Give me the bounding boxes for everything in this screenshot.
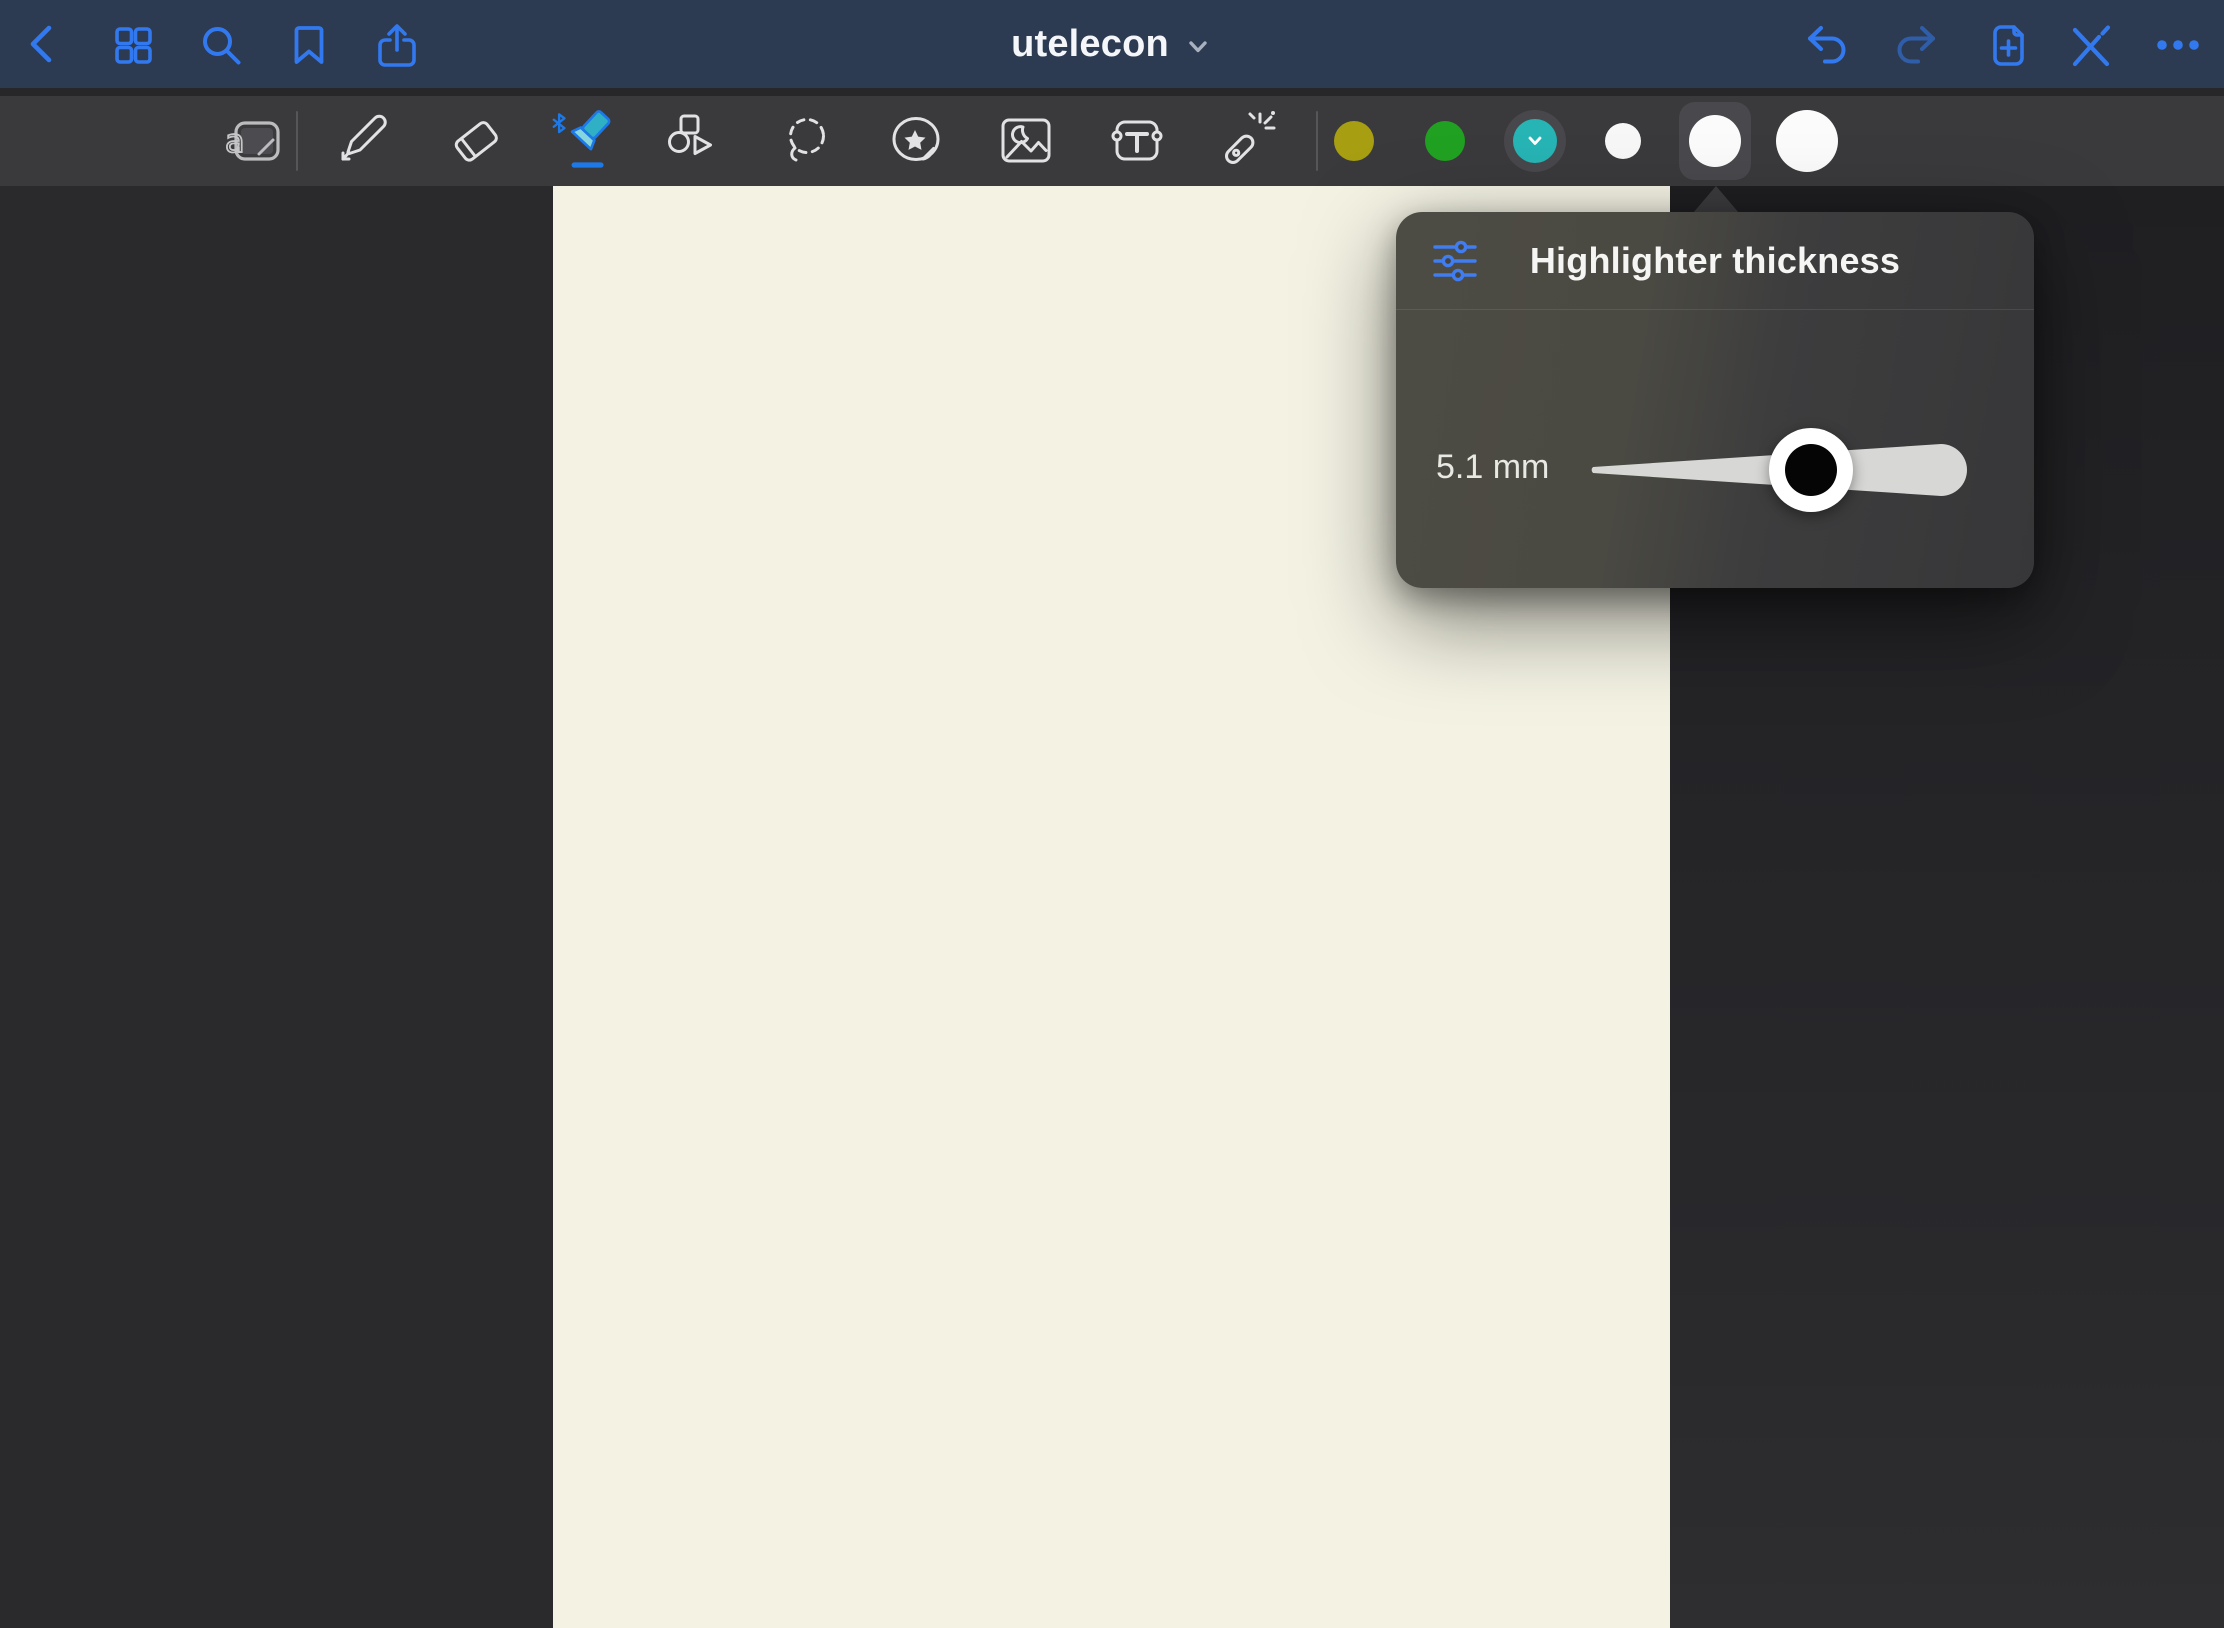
toolbar-seam	[0, 88, 2224, 96]
zoom-window-icon: a	[223, 109, 287, 173]
ellipsis-icon	[2154, 21, 2202, 69]
add-page-button[interactable]	[1981, 21, 2029, 69]
shapes-icon	[664, 109, 728, 173]
tool-bar: a	[0, 96, 2224, 186]
highlighter-tool[interactable]	[546, 109, 622, 173]
navigation-bar: utelecon	[0, 0, 2224, 88]
chevron-left-icon	[20, 21, 68, 69]
popover-header: Highlighter thickness	[1396, 212, 2034, 310]
eraser-icon	[446, 109, 510, 173]
elements-tool[interactable]	[885, 109, 949, 173]
color-swatch-teal-inner	[1513, 119, 1557, 163]
redo-button[interactable]	[1891, 21, 1939, 69]
pen-icon	[335, 109, 399, 173]
thickness-slider-thumb-dot	[1785, 444, 1837, 496]
search-icon	[197, 21, 245, 69]
sticker-star-icon	[885, 109, 949, 173]
thickness-preset-medium-selected[interactable]	[1679, 102, 1751, 180]
redo-icon	[1891, 21, 1939, 69]
color-swatch-teal-selected[interactable]	[1504, 110, 1566, 172]
more-button[interactable]	[2154, 21, 2202, 69]
add-page-icon	[1981, 21, 2029, 69]
document-title[interactable]: utelecon	[1011, 23, 1169, 66]
search-button[interactable]	[197, 21, 245, 69]
laser-pointer-icon	[1216, 109, 1280, 173]
toolbar-divider	[296, 111, 298, 171]
undo-icon	[1804, 21, 1852, 69]
color-swatch-green[interactable]	[1425, 121, 1465, 161]
bookmark-icon	[285, 21, 333, 69]
share-button[interactable]	[373, 21, 421, 69]
highlighter-icon	[546, 109, 622, 173]
thickness-value-label: 5.1 mm	[1436, 448, 1586, 487]
highlighter-thickness-popover: Highlighter thickness 5.1 mm	[1396, 212, 2034, 588]
grid-icon	[109, 21, 157, 69]
image-tool[interactable]	[994, 109, 1058, 173]
text-icon	[1105, 109, 1169, 173]
lasso-tool[interactable]	[775, 109, 839, 173]
title-chevron-down-icon[interactable]	[1183, 32, 1213, 62]
text-tool[interactable]	[1105, 109, 1169, 173]
toolbar-divider	[1316, 111, 1318, 171]
thickness-slider-thumb[interactable]	[1769, 428, 1853, 512]
share-icon	[373, 21, 421, 69]
zoom-window-tool[interactable]: a	[223, 109, 287, 173]
chevron-down-icon	[1525, 131, 1545, 151]
popover-title: Highlighter thickness	[1396, 212, 2034, 310]
thickness-preset-small[interactable]	[1605, 123, 1641, 159]
shapes-tool[interactable]	[664, 109, 728, 173]
thickness-slider[interactable]	[1589, 440, 1972, 500]
undo-button[interactable]	[1804, 21, 1852, 69]
bookmark-button[interactable]	[285, 21, 333, 69]
image-icon	[994, 109, 1058, 173]
pages-overview-button[interactable]	[109, 21, 157, 69]
stop-editing-button[interactable]	[2066, 21, 2114, 69]
thickness-preset-medium-dot	[1689, 115, 1741, 167]
thickness-preset-large[interactable]	[1776, 110, 1838, 172]
lasso-icon	[775, 109, 839, 173]
popover-arrow	[1693, 186, 1739, 213]
pen-tool[interactable]	[335, 109, 399, 173]
svg-text:a: a	[225, 122, 245, 160]
bluetooth-icon	[554, 114, 565, 132]
pencil-crossed-icon	[2066, 21, 2114, 69]
eraser-tool[interactable]	[446, 109, 510, 173]
back-button[interactable]	[20, 21, 68, 69]
laser-pointer-tool[interactable]	[1216, 109, 1280, 173]
color-swatch-olive[interactable]	[1334, 121, 1374, 161]
